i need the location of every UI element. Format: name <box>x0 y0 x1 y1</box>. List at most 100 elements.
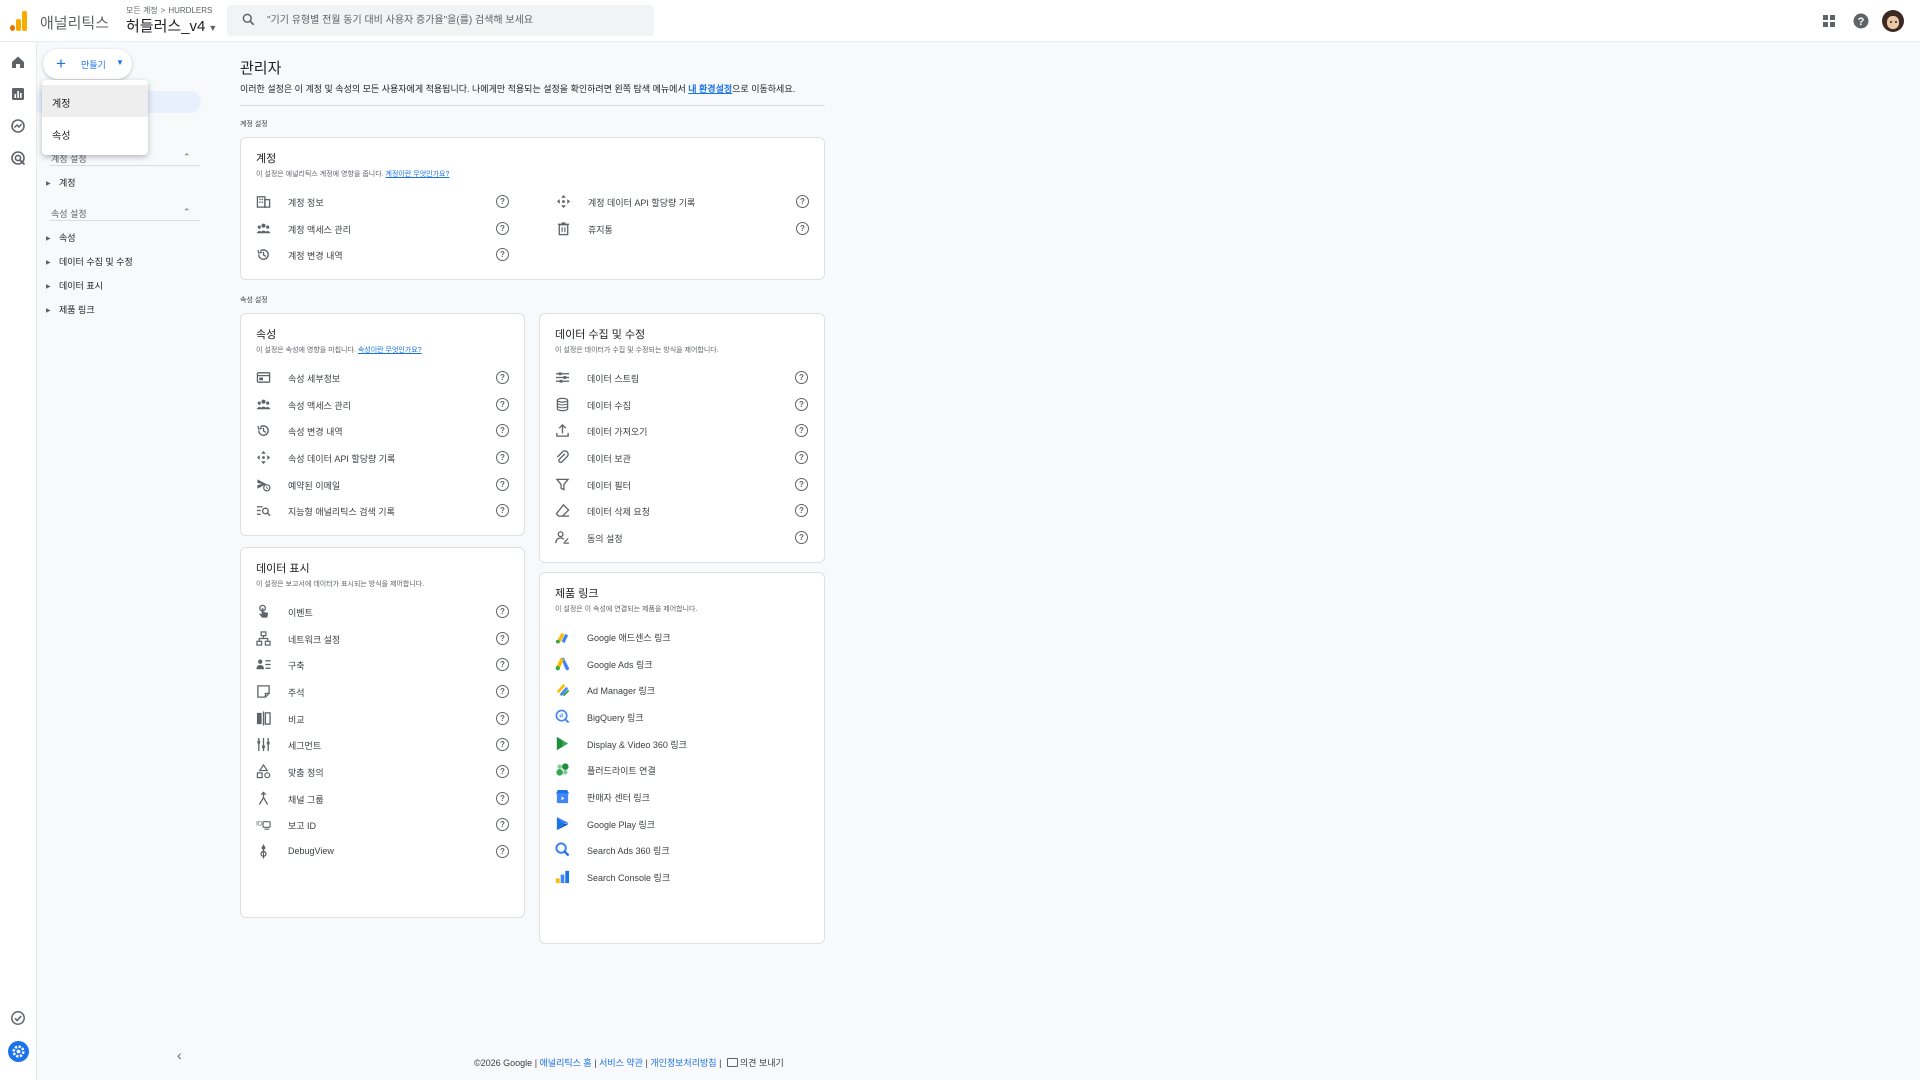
admin-settings-icon[interactable] <box>8 1041 29 1062</box>
row-floodlight-link[interactable]: 플러드라이트 연결 <box>555 759 813 781</box>
footer-terms-link[interactable]: 서비스 약관 <box>599 1058 643 1068</box>
nav-item-data-collection[interactable]: ▶ 데이터 수집 및 수정 <box>46 255 133 268</box>
home-icon[interactable] <box>10 54 26 70</box>
help-circle-icon[interactable]: ? <box>795 451 808 464</box>
chevron-up-icon[interactable]: ⌃ <box>183 207 191 218</box>
help-circle-icon[interactable]: ? <box>496 424 509 437</box>
row-scheduled-emails[interactable]: 예약된 이메일 ? <box>256 474 514 496</box>
row-events[interactable]: 이벤트 ? <box>256 601 514 623</box>
property-name[interactable]: 허들러스_v4 ▼ <box>126 17 217 38</box>
advertising-icon[interactable] <box>10 150 26 166</box>
row-analytics-search-history[interactable]: 지능형 애널리틱스 검색 기록 ? <box>256 500 514 522</box>
row-custom-definitions[interactable]: 맞춤 정의 ? <box>256 761 514 783</box>
menu-item-property[interactable]: 속성 <box>42 117 148 149</box>
help-circle-icon[interactable]: ? <box>795 424 808 437</box>
help-circle-icon[interactable]: ? <box>496 658 509 671</box>
help-icon[interactable]: ? <box>1852 12 1870 30</box>
row-data-filters[interactable]: 데이터 필터 ? <box>555 474 813 496</box>
help-circle-icon[interactable]: ? <box>796 222 809 235</box>
row-data-collection[interactable]: 데이터 수집 ? <box>555 394 813 416</box>
apps-grid-icon[interactable] <box>1820 12 1838 30</box>
help-circle-icon[interactable]: ? <box>496 685 509 698</box>
row-dv360-link[interactable]: Display & Video 360 링크 <box>555 733 813 755</box>
help-circle-icon[interactable]: ? <box>496 248 509 261</box>
row-search-console-link[interactable]: Search Console 링크 <box>555 866 813 888</box>
help-circle-icon[interactable]: ? <box>496 712 509 725</box>
menu-item-account[interactable]: 계정 <box>42 85 148 117</box>
row-data-retention[interactable]: 데이터 보관 ? <box>555 447 813 469</box>
footer-analytics-home-link[interactable]: 애널리틱스 홈 <box>540 1058 592 1068</box>
help-circle-icon[interactable]: ? <box>496 605 509 618</box>
my-preferences-link[interactable]: 내 환경설정 <box>688 84 732 94</box>
nav-item-product-links[interactable]: ▶ 제품 링크 <box>46 303 95 316</box>
help-circle-icon[interactable]: ? <box>496 371 509 384</box>
row-channel-groups[interactable]: 채널 그룹 ? <box>256 788 514 810</box>
row-google-play-link[interactable]: Google Play 링크 <box>555 813 813 835</box>
help-circle-icon[interactable]: ? <box>496 818 509 831</box>
create-button[interactable]: + 만들기 ▼ <box>43 49 132 79</box>
row-account-info[interactable]: 계정 정보 ? <box>256 191 514 213</box>
help-circle-icon[interactable]: ? <box>496 792 509 805</box>
row-ad-manager-link[interactable]: Ad Manager 링크 <box>555 679 813 701</box>
help-circle-icon[interactable]: ? <box>496 451 509 464</box>
row-data-import[interactable]: 데이터 가져오기 ? <box>555 420 813 442</box>
row-annotations[interactable]: 주석 ? <box>256 681 514 703</box>
analytics-logo-icon[interactable] <box>10 11 28 31</box>
help-circle-icon[interactable]: ? <box>496 478 509 491</box>
help-circle-icon[interactable]: ? <box>795 371 808 384</box>
help-circle-icon[interactable]: ? <box>795 531 808 544</box>
app-name: 애널리틱스 <box>40 15 110 32</box>
user-avatar[interactable] <box>1882 10 1904 32</box>
help-circle-icon[interactable]: ? <box>496 738 509 751</box>
chevron-up-icon[interactable]: ⌃ <box>183 152 191 163</box>
row-property-api-quota[interactable]: 속성 데이터 API 할당량 기록 ? <box>256 447 514 469</box>
row-data-streams[interactable]: 데이터 스트림 ? <box>555 367 813 389</box>
reports-icon[interactable] <box>10 86 26 102</box>
nav-item-property[interactable]: ▶ 속성 <box>46 231 76 244</box>
explore-icon[interactable] <box>10 118 26 134</box>
row-comparisons[interactable]: 비교 ? <box>256 708 514 730</box>
row-google-ads-link[interactable]: Google Ads 링크 <box>555 653 813 675</box>
help-circle-icon[interactable]: ? <box>795 504 808 517</box>
account-property-selector[interactable]: 모든 계정 > HURDLERS 허들러스_v4 ▼ <box>126 6 217 38</box>
help-circle-icon[interactable]: ? <box>795 478 808 491</box>
help-circle-icon[interactable]: ? <box>496 765 509 778</box>
row-consent-settings[interactable]: 동의 설정 ? <box>555 527 813 549</box>
nav-item-account[interactable]: ▶ 계정 <box>46 176 76 189</box>
row-property-change-history[interactable]: 속성 변경 내역 ? <box>256 420 514 442</box>
row-build[interactable]: 구축 ? <box>256 654 514 676</box>
row-property-details[interactable]: 속성 세부정보 ? <box>256 367 514 389</box>
row-adsense-link[interactable]: Google 애드센스 링크 <box>555 626 813 648</box>
row-reporting-id[interactable]: ID 보고 ID ? <box>256 814 514 836</box>
row-network-settings[interactable]: 네트워크 설정 ? <box>256 628 514 650</box>
help-circle-icon[interactable]: ? <box>795 398 808 411</box>
row-search-ads-360-link[interactable]: Search Ads 360 링크 <box>555 839 813 861</box>
collapse-nav-chevron-left-icon[interactable]: ‹ <box>177 1047 182 1063</box>
row-trash[interactable]: 휴지통 ? <box>556 218 814 240</box>
row-data-deletion-requests[interactable]: 데이터 삭제 요청 ? <box>555 500 813 522</box>
help-circle-icon[interactable]: ? <box>496 398 509 411</box>
row-account-access[interactable]: 계정 액세스 관리 ? <box>256 218 514 240</box>
help-circle-icon[interactable]: ? <box>496 195 509 208</box>
row-property-access[interactable]: 속성 액세스 관리 ? <box>256 394 514 416</box>
footer-privacy-link[interactable]: 개인정보처리방침 <box>650 1058 716 1068</box>
help-circle-icon[interactable]: ? <box>496 632 509 645</box>
help-circle-icon[interactable]: ? <box>496 222 509 235</box>
footer-feedback-link[interactable]: 의견 보내기 <box>740 1058 784 1068</box>
row-account-api-quota[interactable]: 계정 데이터 API 할당량 기록 ? <box>556 191 814 213</box>
help-circle-icon[interactable]: ? <box>496 845 509 858</box>
row-segments[interactable]: 세그먼트 ? <box>256 734 514 756</box>
what-is-account-link[interactable]: 계정이란 무엇인가요? <box>386 171 450 178</box>
search-input[interactable] <box>267 5 647 36</box>
help-circle-icon[interactable]: ? <box>496 504 509 517</box>
help-circle-icon[interactable]: ? <box>796 195 809 208</box>
insights-check-icon[interactable] <box>10 1010 26 1026</box>
nav-item-data-display[interactable]: ▶ 데이터 표시 <box>46 279 103 292</box>
search-bar[interactable] <box>227 5 654 36</box>
row-account-change-history[interactable]: 계정 변경 내역 ? <box>256 244 514 266</box>
row-bigquery-link[interactable]: BigQuery 링크 <box>555 706 813 728</box>
nav-section-property-settings[interactable]: 속성 설정 <box>51 207 87 220</box>
row-debugview[interactable]: DebugView ? <box>256 841 514 863</box>
row-merchant-center-link[interactable]: 판매자 센터 링크 <box>555 786 813 808</box>
what-is-property-link[interactable]: 속성이란 무엇인가요? <box>358 347 422 354</box>
